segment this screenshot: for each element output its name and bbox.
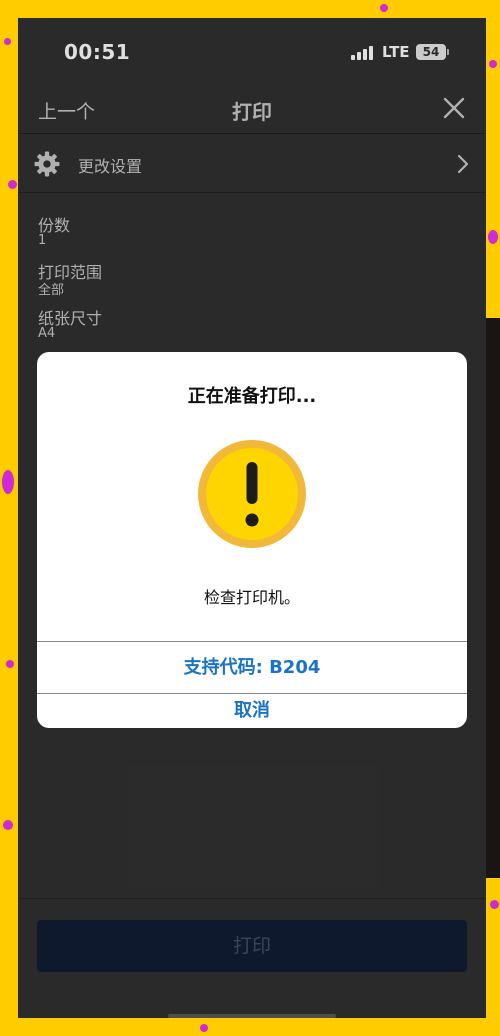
support-code-button[interactable]: 支持代码: B204 bbox=[37, 643, 467, 693]
confetti-dot bbox=[4, 38, 11, 45]
phone-screen: 00:51 LTE 54 上一个 打印 更改设置 份数 1 打印范围 全部 纸张… bbox=[18, 18, 486, 1018]
confetti-dot bbox=[489, 60, 497, 68]
confetti-dot bbox=[6, 660, 14, 668]
dialog-title: 正在准备打印... bbox=[187, 386, 317, 407]
confetti-dot bbox=[490, 900, 499, 909]
confetti-dot bbox=[8, 180, 17, 189]
confetti-dot bbox=[3, 820, 13, 830]
background-photo bbox=[484, 318, 500, 878]
confetti-dot bbox=[2, 470, 14, 494]
cancel-button[interactable]: 取消 bbox=[37, 694, 467, 728]
confetti-dot bbox=[200, 1024, 208, 1032]
dialog-message: 检查打印机。 bbox=[203, 588, 300, 607]
warning-icon bbox=[198, 440, 306, 548]
confetti-dot bbox=[488, 230, 498, 244]
print-status-dialog: 正在准备打印... 检查打印机。 支持代码: B204 取消 bbox=[37, 352, 467, 728]
confetti-dot bbox=[380, 4, 388, 12]
dialog-divider bbox=[37, 641, 467, 642]
